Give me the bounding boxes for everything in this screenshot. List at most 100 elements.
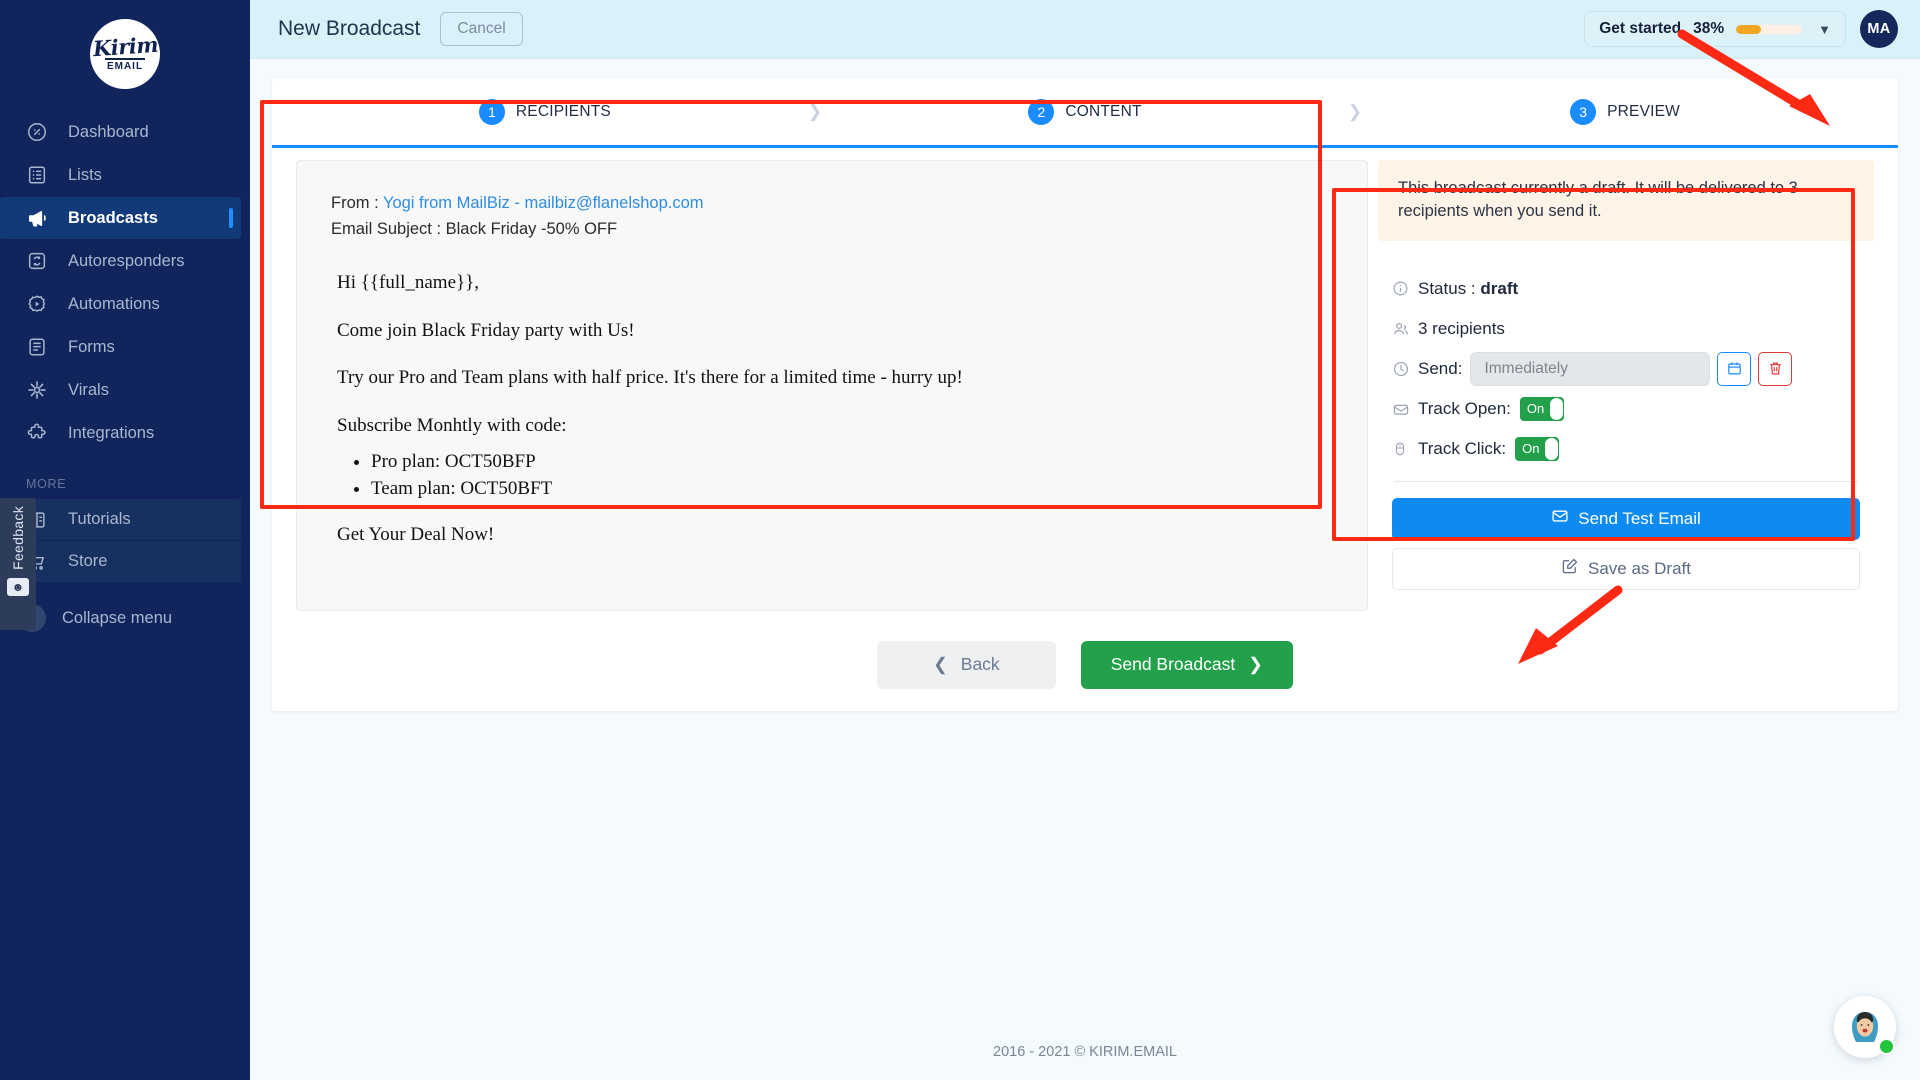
step-number: 3	[1570, 98, 1597, 125]
list-item: Team plan: OCT50BFT	[371, 476, 1333, 502]
info-icon	[1392, 280, 1418, 297]
chevron-right-icon: ❯	[1248, 654, 1263, 675]
trash-icon[interactable]	[1758, 351, 1793, 386]
list-item: Pro plan: OCT50BFP	[371, 449, 1333, 475]
email-subject-label: Email Subject :	[331, 219, 446, 238]
broadcast-settings: Status : draft 3 recipients Send: Immedi…	[1378, 256, 1874, 606]
avatar[interactable]: MA	[1860, 10, 1898, 48]
broadcast-card: 1 RECIPIENTS ❯ 2 CONTENT ❯ 3 PREVIEW Fro…	[272, 78, 1898, 711]
wizard-actions: ❮ Back Send Broadcast ❯	[272, 640, 1898, 689]
chevron-down-icon[interactable]: ▼	[1818, 22, 1831, 37]
brand-logo[interactable]: Kirim EMAIL	[0, 0, 250, 89]
back-label: Back	[960, 654, 1000, 675]
email-code-list: Pro plan: OCT50BFP Team plan: OCT50BFT	[371, 449, 1333, 502]
sidebar-item-forms[interactable]: Forms	[0, 326, 250, 368]
settings-column: This broadcast currently a draft. It wil…	[1378, 160, 1886, 611]
step-label: CONTENT	[1065, 102, 1142, 120]
sidebar-item-tutorials[interactable]: Tutorials	[0, 499, 241, 540]
step-preview[interactable]: 3 PREVIEW	[1570, 98, 1681, 125]
edit-icon	[1561, 557, 1579, 580]
settings-divider	[1394, 480, 1858, 482]
get-started-percent: 38%	[1693, 20, 1725, 37]
sidebar-item-label: Tutorials	[68, 510, 131, 528]
email-greeting: Hi {{full_name}},	[337, 272, 480, 294]
app-root: Kirim EMAIL Dashboard Lists Broadcasts A…	[0, 0, 1920, 1080]
send-test-email-button[interactable]: Send Test Email	[1392, 497, 1860, 540]
dashboard-icon	[26, 121, 52, 143]
email-from-value[interactable]: Yogi from MailBiz - mailbiz@flanelshop.c…	[383, 194, 704, 212]
track-open-state: On	[1526, 401, 1545, 417]
sidebar-item-integrations[interactable]: Integrations	[0, 412, 250, 454]
recipients-count: 3 recipients	[1418, 318, 1505, 338]
send-row: Send: Immediately	[1392, 351, 1860, 387]
clock-icon	[1392, 360, 1418, 378]
calendar-icon[interactable]	[1717, 351, 1752, 386]
email-preview-box: From : Yogi from MailBiz - mailbiz@flane…	[296, 160, 1368, 611]
track-click-toggle[interactable]: On	[1515, 436, 1560, 461]
sidebar-item-dashboard[interactable]: Dashboard	[0, 111, 250, 153]
track-open-label: Track Open:	[1418, 398, 1511, 418]
step-content[interactable]: 2 CONTENT	[1028, 98, 1142, 125]
get-started-progress	[1736, 24, 1803, 34]
step-label: PREVIEW	[1607, 102, 1681, 120]
sidebar: Kirim EMAIL Dashboard Lists Broadcasts A…	[0, 0, 250, 1080]
step-label: RECIPIENTS	[515, 102, 611, 120]
active-indicator	[229, 208, 233, 228]
step-number: 1	[478, 98, 505, 125]
feedback-tab[interactable]: Feedback ☻	[0, 498, 36, 630]
send-schedule-input[interactable]: Immediately	[1470, 351, 1711, 386]
track-click-state: On	[1522, 441, 1540, 457]
viral-icon	[26, 379, 52, 401]
status-badge: draft	[1480, 278, 1519, 298]
sidebar-item-automations[interactable]: Automations	[0, 283, 250, 325]
page-title: New Broadcast	[278, 17, 421, 40]
back-button[interactable]: ❮ Back	[877, 640, 1056, 689]
sidebar-item-virals[interactable]: Virals	[0, 369, 250, 411]
chat-support-widget[interactable]	[1834, 996, 1896, 1058]
logo-subtext: EMAIL	[106, 61, 144, 72]
envelope-open-icon	[1392, 400, 1418, 418]
sidebar-item-store[interactable]: Store	[0, 541, 241, 582]
save-as-draft-button[interactable]: Save as Draft	[1392, 547, 1860, 590]
toggle-knob	[1549, 397, 1563, 420]
sidebar-item-label: Autoresponders	[68, 251, 185, 270]
get-started-widget[interactable]: Get started 38% ▼	[1584, 11, 1846, 47]
cancel-button[interactable]: Cancel	[440, 12, 523, 46]
track-click-row: Track Click: On	[1392, 431, 1860, 467]
get-started-label: Get started	[1599, 20, 1682, 37]
online-status-indicator	[1878, 1038, 1895, 1055]
feedback-label: Feedback	[10, 506, 26, 570]
collapse-menu-button[interactable]: ❮ Collapse menu	[0, 604, 250, 632]
sidebar-item-lists[interactable]: Lists	[0, 154, 250, 196]
sidebar-item-broadcasts[interactable]: Broadcasts	[0, 197, 241, 239]
email-line-1: Come join Black Friday party with Us!	[337, 319, 635, 341]
sidebar-section-more: MORE	[26, 477, 67, 491]
preview-body: From : Yogi from MailBiz - mailbiz@flane…	[272, 148, 1898, 611]
sidebar-item-label: Integrations	[68, 423, 155, 442]
track-open-toggle[interactable]: On	[1519, 396, 1564, 421]
topbar: New Broadcast Cancel Get started 38% ▼ M…	[250, 0, 1920, 59]
sidebar-item-label: Broadcasts	[68, 208, 158, 227]
mouse-icon	[1392, 441, 1418, 457]
send-broadcast-button[interactable]: Send Broadcast ❯	[1080, 640, 1293, 689]
collapse-menu-label: Collapse menu	[62, 608, 173, 627]
step-recipients[interactable]: 1 RECIPIENTS	[478, 98, 611, 125]
sidebar-item-autoresponders[interactable]: Autoresponders	[0, 240, 250, 282]
send-test-email-label: Send Test Email	[1578, 508, 1701, 528]
topbar-right: Get started 38% ▼ MA	[1584, 10, 1898, 48]
main-area: New Broadcast Cancel Get started 38% ▼ M…	[250, 0, 1920, 1080]
step-separator-icon: ❯	[807, 101, 823, 121]
save-as-draft-label: Save as Draft	[1588, 558, 1691, 578]
email-body: Hi {{full_name}}, Come join Black Friday…	[331, 270, 1333, 547]
email-line-2: Try our Pro and Team plans with half pri…	[337, 367, 963, 389]
status-text: Status : draft	[1418, 279, 1518, 299]
draft-notice: This broadcast currently a draft. It wil…	[1378, 160, 1874, 241]
email-line-3: Subscribe Monhtly with code:	[337, 415, 567, 437]
recipients-row: 3 recipients	[1392, 311, 1860, 347]
sidebar-item-label: Forms	[68, 337, 115, 356]
sidebar-item-label: Store	[68, 552, 108, 570]
automation-icon	[26, 293, 52, 315]
status-row: Status : draft	[1392, 271, 1860, 307]
email-preview-column: From : Yogi from MailBiz - mailbiz@flane…	[284, 160, 1378, 611]
send-label: Send:	[1418, 358, 1463, 378]
